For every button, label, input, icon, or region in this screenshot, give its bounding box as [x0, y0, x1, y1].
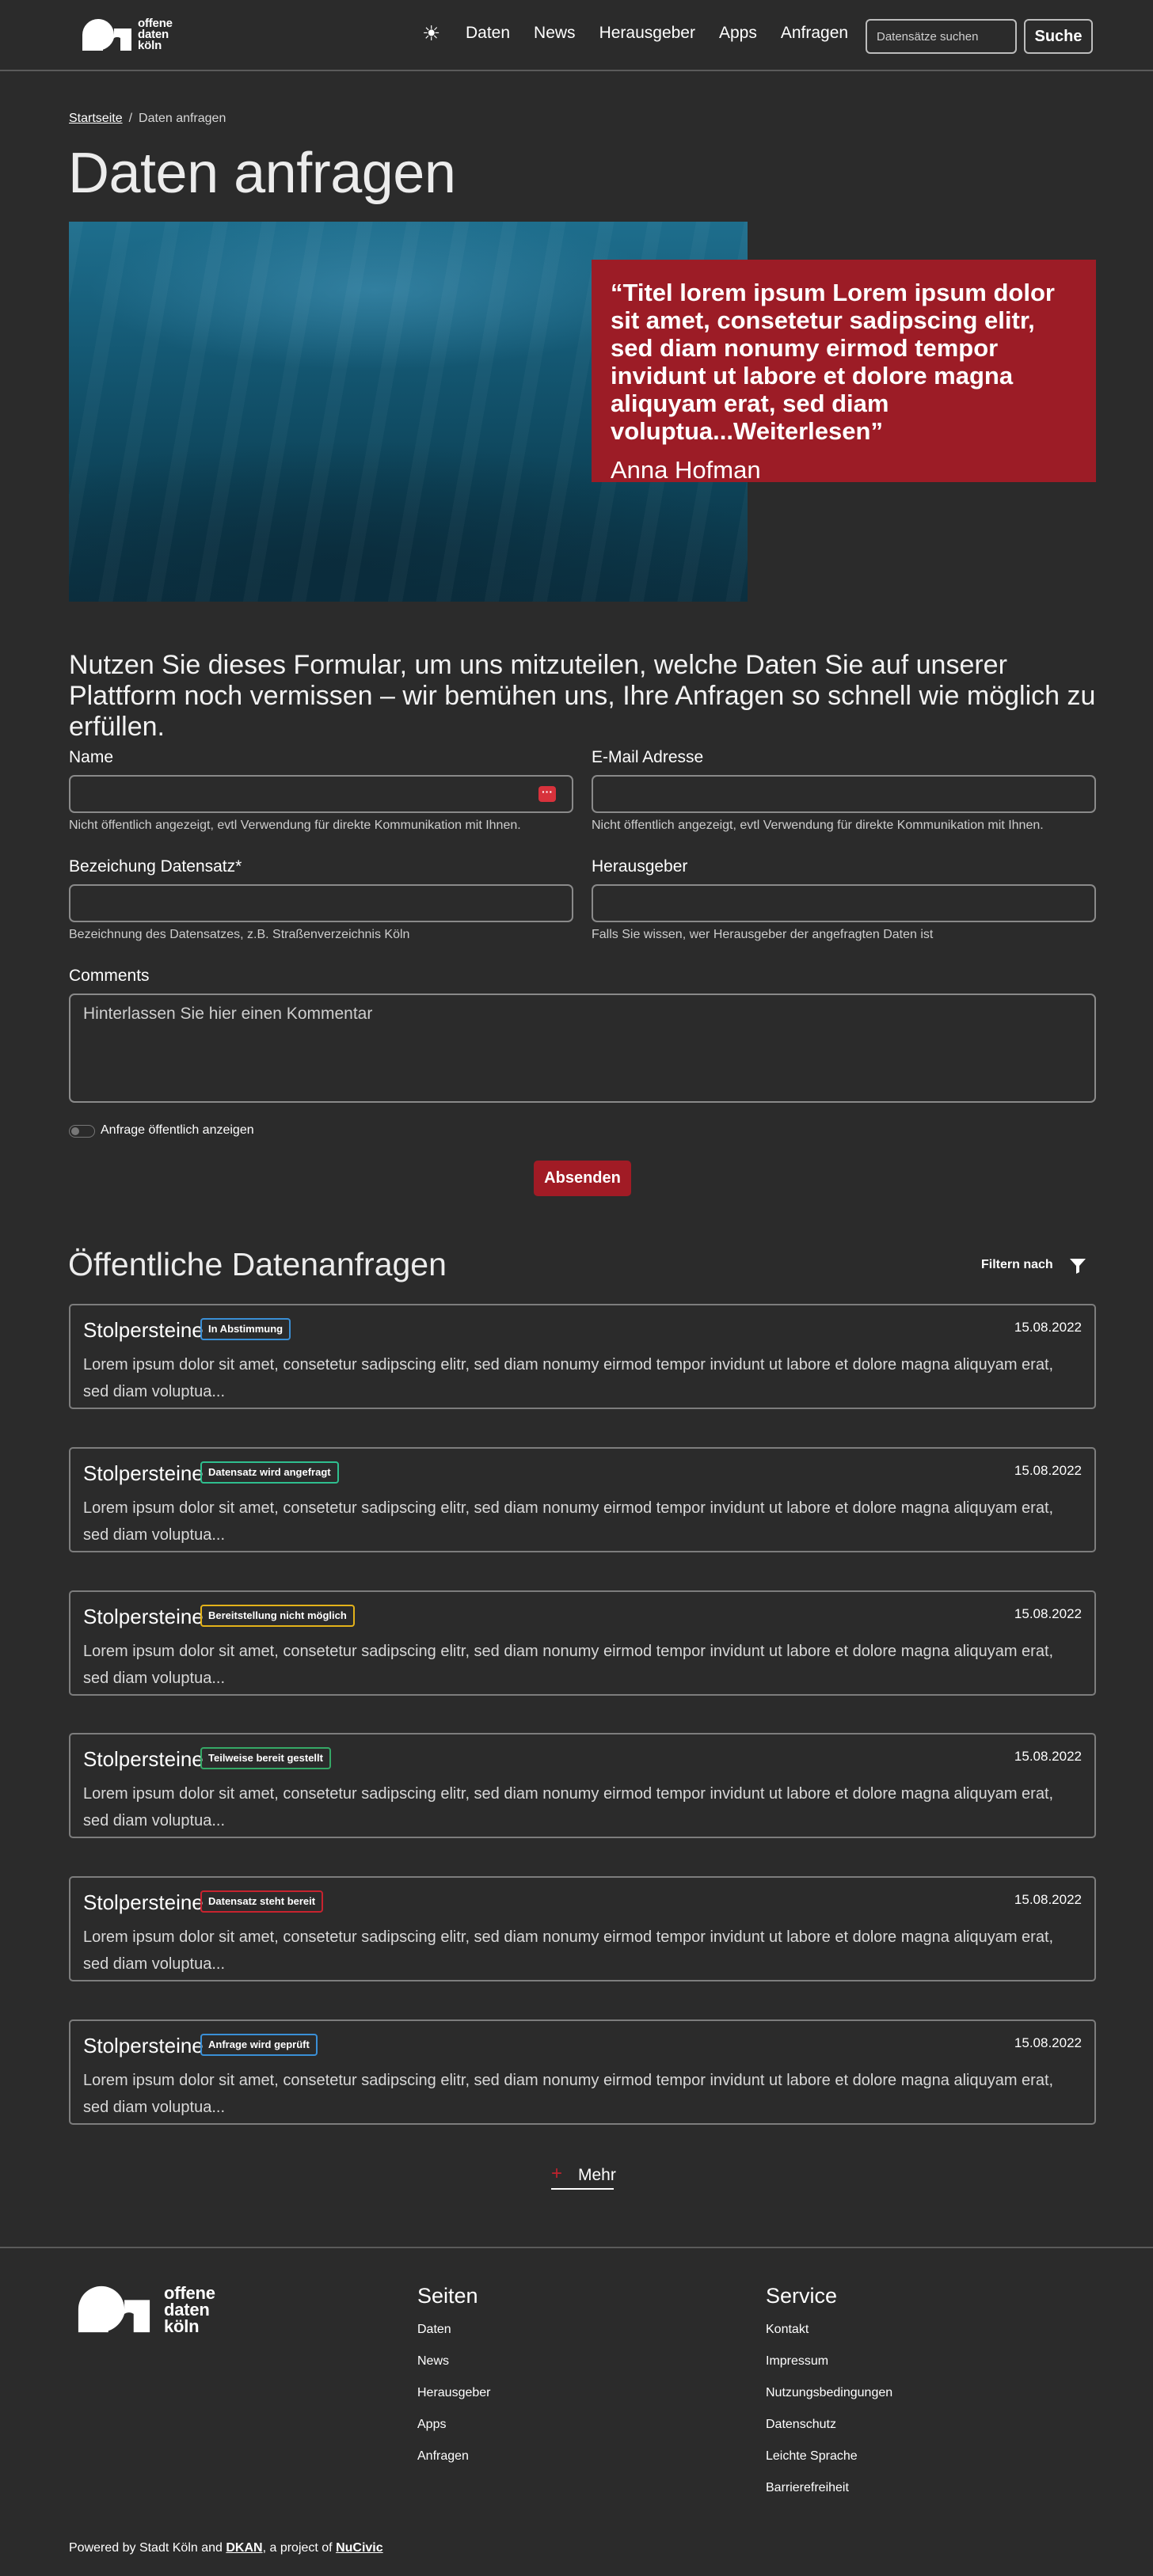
card-date: 15.08.2022 — [1014, 1892, 1082, 1907]
dataset-label: Bezeichung Datensatz* — [69, 857, 242, 876]
main-nav: Daten News Herausgeber Apps Anfragen — [466, 24, 848, 43]
footer-logo[interactable]: offene daten köln — [69, 2284, 215, 2335]
status-badge: Bereitstellung nicht möglich — [200, 1605, 355, 1627]
footer-link-kontakt[interactable]: Kontakt — [766, 2323, 809, 2337]
name-field[interactable] — [69, 775, 573, 813]
comments-field[interactable] — [69, 994, 1096, 1103]
footer-link-impressum[interactable]: Impressum — [766, 2354, 828, 2369]
footer-link-barrierefreiheit[interactable]: Barrierefreiheit — [766, 2481, 849, 2495]
card-date: 15.08.2022 — [1014, 1463, 1082, 1478]
status-badge: Datensatz wird angefragt — [200, 1461, 339, 1484]
more-button[interactable]: + Mehr — [551, 2161, 616, 2190]
card-text: Lorem ipsum dolor sit amet, consetetur s… — [83, 1499, 1054, 1544]
logo-text: offene daten köln — [164, 2282, 215, 2336]
powered-prefix: Powered by Stadt Köln and — [69, 2541, 226, 2555]
request-card[interactable]: Stolpersteine Datensatz steht bereit 15.… — [69, 1876, 1096, 1981]
card-text: Lorem ipsum dolor sit amet, consetetur s… — [83, 1785, 1054, 1829]
nav-herausgeber[interactable]: Herausgeber — [599, 24, 695, 43]
card-title: Stolpersteine — [83, 1747, 204, 1771]
card-text: Lorem ipsum dolor sit amet, consetetur s… — [83, 2072, 1054, 2116]
dataset-help: Bezeichnung des Datensatzes, z.B. Straße… — [69, 928, 410, 941]
publisher-label: Herausgeber — [592, 857, 688, 876]
breadcrumb: Startseite / Daten anfragen — [69, 112, 226, 126]
request-card[interactable]: Stolpersteine In Abstimmung 15.08.2022 L… — [69, 1304, 1096, 1409]
logo-mark-icon — [78, 2285, 150, 2333]
footer-link-apps[interactable]: Apps — [417, 2418, 446, 2432]
footer-service-title: Service — [766, 2284, 838, 2308]
footer-pages-title: Seiten — [417, 2284, 478, 2308]
nav-apps[interactable]: Apps — [719, 24, 757, 43]
status-badge: Teilweise bereit gestellt — [200, 1747, 331, 1769]
card-date: 15.08.2022 — [1014, 1320, 1082, 1335]
nav-daten[interactable]: Daten — [466, 24, 510, 43]
status-badge: Datensatz steht bereit — [200, 1890, 324, 1913]
card-date: 15.08.2022 — [1014, 2035, 1082, 2050]
name-label: Name — [69, 748, 114, 766]
more-label: Mehr — [578, 2166, 616, 2184]
footer-link-news[interactable]: News — [417, 2354, 449, 2369]
name-help: Nicht öffentlich angezeigt, evtl Verwend… — [69, 819, 521, 832]
email-field[interactable] — [592, 775, 1096, 813]
nucivic-link[interactable]: NuCivic — [336, 2541, 383, 2555]
toggle-knob — [71, 1127, 79, 1135]
logo-text: offene daten köln — [138, 17, 173, 52]
quote-author: Anna Hofman — [611, 456, 761, 484]
request-card[interactable]: Stolpersteine Bereitstellung nicht mögli… — [69, 1590, 1096, 1696]
quote-text: “Titel lorem ipsum Lorem ipsum dolor sit… — [611, 279, 1055, 445]
footer-link-leichte-sprache[interactable]: Leichte Sprache — [766, 2449, 858, 2464]
sun-icon[interactable]: ☀ — [422, 21, 440, 45]
card-title: Stolpersteine — [83, 1890, 204, 1914]
footer-link-herausgeber[interactable]: Herausgeber — [417, 2386, 491, 2400]
nav-anfragen[interactable]: Anfragen — [781, 24, 848, 43]
request-card[interactable]: Stolpersteine Datensatz wird angefragt 1… — [69, 1447, 1096, 1552]
card-date: 15.08.2022 — [1014, 1606, 1082, 1621]
breadcrumb-separator: / — [128, 112, 133, 125]
requests-title: Öffentliche Datenanfragen — [68, 1246, 447, 1282]
footer-divider — [0, 2247, 1153, 2248]
breadcrumb-home[interactable]: Startseite — [69, 112, 123, 126]
nav-news[interactable]: News — [534, 24, 576, 43]
publisher-field[interactable] — [592, 884, 1096, 922]
footer-link-datenschutz[interactable]: Datenschutz — [766, 2418, 836, 2432]
status-badge: Anfrage wird geprüft — [200, 2034, 318, 2056]
logo-mark-icon — [82, 19, 131, 51]
comments-label: Comments — [69, 967, 150, 985]
hero-quote: “Titel lorem ipsum Lorem ipsum dolor sit… — [592, 260, 1096, 484]
plus-icon: + — [551, 2163, 563, 2184]
breadcrumb-current: Daten anfragen — [139, 112, 226, 125]
footer-link-anfragen[interactable]: Anfragen — [417, 2449, 469, 2464]
publisher-help: Falls Sie wissen, wer Herausgeber der an… — [592, 928, 934, 941]
search-button[interactable]: Suche — [1024, 19, 1093, 54]
filter-label[interactable]: Filtern nach — [981, 1258, 1053, 1272]
site-logo[interactable]: offene daten köln — [79, 17, 173, 52]
card-title: Stolpersteine — [83, 1605, 204, 1628]
card-title: Stolpersteine — [83, 2034, 204, 2057]
card-text: Lorem ipsum dolor sit amet, consetetur s… — [83, 1928, 1054, 1973]
dataset-field[interactable] — [69, 884, 573, 922]
search-input[interactable] — [866, 19, 1017, 54]
request-card[interactable]: Stolpersteine Anfrage wird geprüft 15.08… — [69, 2019, 1096, 2125]
intro-text: Nutzen Sie dieses Formular, um uns mitzu… — [69, 650, 1096, 742]
page-title: Daten anfragen — [68, 142, 456, 205]
request-card[interactable]: Stolpersteine Teilweise bereit gestellt … — [69, 1733, 1096, 1838]
filter-icon[interactable] — [1069, 1257, 1086, 1275]
email-label: E-Mail Adresse — [592, 748, 704, 766]
card-title: Stolpersteine — [83, 1461, 204, 1485]
dkan-link[interactable]: DKAN — [226, 2541, 262, 2555]
footer-link-daten[interactable]: Daten — [417, 2323, 451, 2337]
public-toggle-label: Anfrage öffentlich anzeigen — [101, 1123, 254, 1137]
powered-by: Powered by Stadt Köln and DKAN, a projec… — [69, 2541, 383, 2555]
footer-link-nutzungsbedingungen[interactable]: Nutzungsbedingungen — [766, 2386, 892, 2400]
submit-button[interactable]: Absenden — [534, 1161, 631, 1196]
email-help: Nicht öffentlich angezeigt, evtl Verwend… — [592, 819, 1044, 832]
status-badge: In Abstimmung — [200, 1318, 291, 1340]
card-date: 15.08.2022 — [1014, 1749, 1082, 1764]
powered-middle: , a project of — [262, 2541, 337, 2555]
public-toggle[interactable] — [69, 1125, 95, 1138]
card-title: Stolpersteine — [83, 1318, 204, 1342]
site-header: offene daten köln ☀ Daten News Herausgeb… — [0, 0, 1153, 71]
card-text: Lorem ipsum dolor sit amet, consetetur s… — [83, 1643, 1054, 1687]
password-manager-icon[interactable]: ··· — [538, 786, 556, 802]
card-text: Lorem ipsum dolor sit amet, consetetur s… — [83, 1356, 1054, 1400]
